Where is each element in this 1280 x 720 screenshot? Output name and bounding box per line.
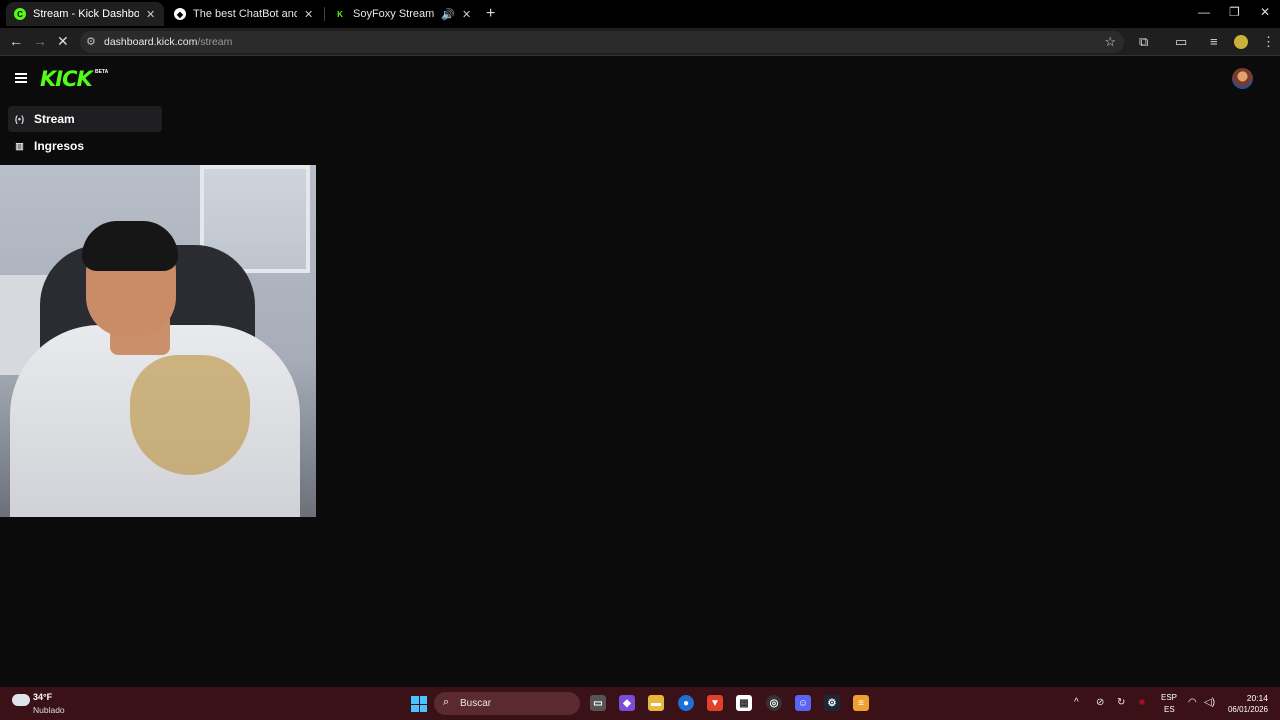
- search-placeholder: Buscar: [460, 698, 492, 709]
- copilot-icon[interactable]: ◆: [619, 695, 635, 711]
- site-info-icon[interactable]: ⚙: [86, 35, 96, 48]
- kick-dashboard-page: KICK BETA (•) Stream ▥ Ingresos: [0, 57, 1280, 687]
- kick-logo[interactable]: KICK: [40, 67, 93, 91]
- show-hidden-icons-chevron-icon[interactable]: ^: [1074, 697, 1079, 708]
- weather-temperature[interactable]: 34°F: [33, 692, 52, 702]
- tab-stream-kick-dashboard[interactable]: C Stream - Kick Dashboard ✕: [6, 2, 164, 26]
- weather-description[interactable]: Nublado: [33, 705, 65, 715]
- steam-icon[interactable]: ⚙: [824, 695, 840, 711]
- stop-loading-icon[interactable]: ✕: [57, 33, 69, 50]
- broadcast-icon: (•): [14, 114, 25, 124]
- discord-icon[interactable]: ☺: [795, 695, 811, 711]
- cast-icon[interactable]: ▭: [1175, 34, 1187, 50]
- user-avatar[interactable]: [1232, 68, 1253, 89]
- input-language[interactable]: ESP: [1161, 693, 1177, 702]
- tab-separator: [324, 7, 325, 21]
- audio-playing-icon[interactable]: 🔊: [441, 8, 455, 21]
- file-explorer-icon[interactable]: ▬: [648, 695, 664, 711]
- stream-preview-video[interactable]: [0, 165, 316, 517]
- tab-chatbot-widgets[interactable]: ◆ The best ChatBot and Widgets ✕: [166, 2, 322, 26]
- restore-button[interactable]: ❐: [1229, 5, 1240, 19]
- beta-badge: BETA: [95, 69, 109, 75]
- game-app-icon[interactable]: ≡: [853, 695, 869, 711]
- sidebar-item-ingresos[interactable]: ▥ Ingresos: [8, 133, 162, 159]
- browser-toolbar: ← → ✕ ⚙ dashboard.kick.com/stream ☆ ⧉ ▭ …: [0, 28, 1280, 56]
- profile-avatar-icon[interactable]: [1234, 35, 1248, 49]
- chart-icon: ▥: [15, 140, 24, 151]
- clock-date[interactable]: 06/01/2026: [1222, 705, 1268, 714]
- new-tab-button[interactable]: +: [486, 5, 495, 23]
- url-text[interactable]: dashboard.kick.com/stream: [104, 36, 232, 48]
- back-arrow-icon[interactable]: ←: [9, 33, 23, 49]
- tab-soyfoxy-stream[interactable]: K SoyFoxy Stream - Watch Li 🔊 ✕: [326, 2, 480, 26]
- search-icon: ⌕: [443, 696, 450, 708]
- brave-icon[interactable]: ▼: [707, 695, 723, 711]
- close-tab-icon[interactable]: ✕: [304, 8, 314, 21]
- sidebar-item-label: Ingresos: [34, 139, 85, 153]
- tray-app-icon[interactable]: ⊘: [1096, 697, 1104, 708]
- wifi-icon[interactable]: ◠: [1188, 697, 1197, 708]
- browser-tab-strip: C Stream - Kick Dashboard ✕ ◆ The best C…: [0, 0, 1280, 28]
- kick-k-favicon-icon: K: [334, 8, 346, 20]
- bookmark-star-icon[interactable]: ☆: [1104, 34, 1116, 50]
- cloud-weather-icon[interactable]: [12, 694, 30, 706]
- obs-icon[interactable]: ◎: [766, 695, 782, 711]
- tab-title: The best ChatBot and Widgets: [193, 8, 297, 20]
- url-host: dashboard.kick.com: [104, 36, 198, 48]
- clock-time[interactable]: 20:14: [1228, 693, 1268, 703]
- windows-start-icon[interactable]: [411, 696, 427, 712]
- media-control-icon[interactable]: ≡: [1210, 34, 1218, 49]
- keyboard-layout[interactable]: ES: [1164, 705, 1175, 714]
- tab-title: SoyFoxy Stream - Watch Li: [353, 8, 435, 20]
- menu-kebab-icon[interactable]: ⋮: [1262, 34, 1275, 50]
- sidebar-item-label: Stream: [34, 112, 75, 126]
- url-path: /stream: [197, 36, 233, 48]
- minimize-button[interactable]: —: [1198, 5, 1210, 19]
- close-tab-icon[interactable]: ✕: [462, 8, 472, 21]
- taskbar-search-box[interactable]: ⌕ Buscar: [434, 692, 580, 715]
- task-view-icon[interactable]: ▭: [590, 695, 606, 711]
- sync-icon[interactable]: ↻: [1117, 697, 1125, 708]
- hamburger-menu-icon[interactable]: [15, 73, 27, 83]
- extensions-icon[interactable]: ⧉: [1139, 34, 1148, 50]
- close-window-button[interactable]: ✕: [1260, 5, 1270, 19]
- chrome-icon[interactable]: ●: [678, 695, 694, 711]
- sidebar-item-stream[interactable]: (•) Stream: [8, 106, 162, 132]
- tab-title: Stream - Kick Dashboard: [33, 8, 139, 20]
- ms-store-icon[interactable]: ▦: [736, 695, 752, 711]
- video-person-hair: [82, 221, 178, 271]
- botrix-favicon-icon: ◆: [174, 8, 186, 20]
- windows-taskbar: 34°F Nublado ⌕ Buscar ▭ ◆ ▬ ● ▼ ▦ ◎ ☺ ⚙ …: [0, 687, 1280, 720]
- kick-favicon-icon: C: [14, 8, 26, 20]
- tray-red-app-icon[interactable]: ■: [1139, 697, 1145, 708]
- video-shirt-print: [130, 355, 250, 475]
- address-bar[interactable]: ⚙ dashboard.kick.com/stream ☆: [80, 31, 1124, 53]
- volume-icon[interactable]: ◁): [1204, 697, 1215, 708]
- forward-arrow-icon[interactable]: →: [33, 33, 47, 49]
- close-tab-icon[interactable]: ✕: [146, 8, 156, 21]
